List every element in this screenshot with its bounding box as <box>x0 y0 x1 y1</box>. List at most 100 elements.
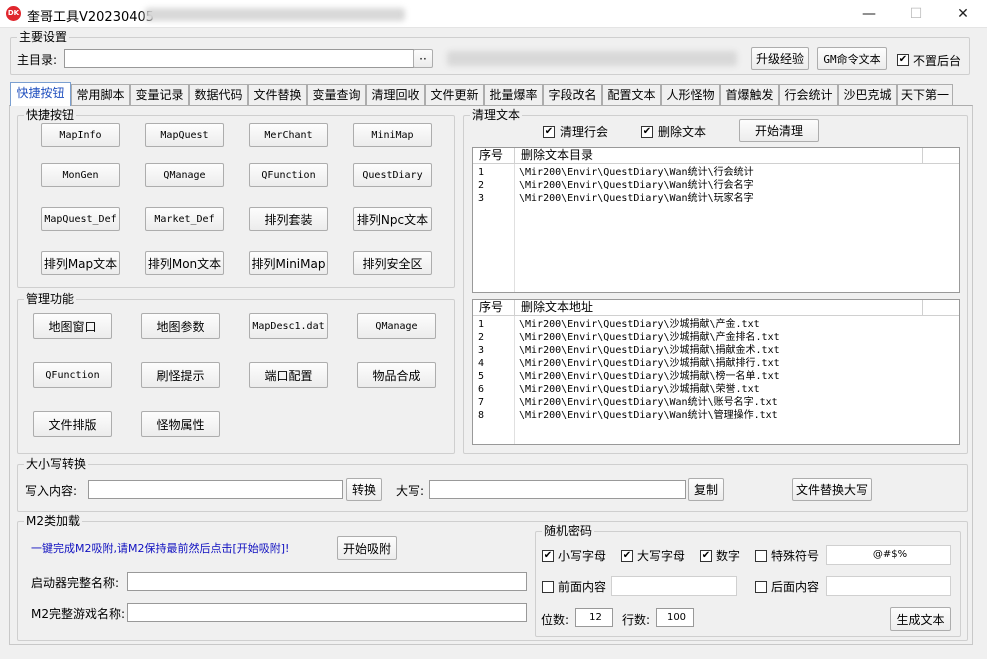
start-clean-button[interactable]: 开始清理 <box>739 119 819 142</box>
sort-map-text-button[interactable]: 排列Map文本 <box>41 251 120 275</box>
qfunction-quick-button[interactable]: QFunction <box>249 163 328 187</box>
tab-config-text[interactable]: 配置文本 <box>602 84 661 105</box>
monster-attr-button[interactable]: 怪物属性 <box>141 411 220 437</box>
tab-file-update[interactable]: 文件更新 <box>425 84 484 105</box>
delete-dir-list[interactable]: 序号 删除文本目录 1 \Mir200\Envir\QuestDiary\Wan统… <box>472 147 960 293</box>
start-attach-button[interactable]: 开始吸附 <box>337 536 397 560</box>
clean-guild-checkbox[interactable]: ✔ <box>543 126 555 138</box>
suffix-label: 后面内容 <box>771 580 820 594</box>
minimize-button[interactable]: — <box>846 0 892 28</box>
row-count-input[interactable]: 100 <box>656 608 694 627</box>
list-item[interactable]: 1 \Mir200\Envir\QuestDiary\Wan统计\行会统计 <box>473 166 959 179</box>
special-symbols-input[interactable]: @#$% <box>826 545 951 565</box>
case-convert-label: 大小写转换 <box>24 457 89 471</box>
delete-file-list[interactable]: 序号 删除文本地址 1 \Mir200\Envir\QuestDiary\沙城捐献… <box>472 299 960 445</box>
prefix-input[interactable] <box>611 576 737 596</box>
tab-quick-buttons[interactable]: 快捷按钮 <box>10 82 71 106</box>
qmanage-manage-button[interactable]: QManage <box>357 313 436 339</box>
list-item[interactable]: 1 \Mir200\Envir\QuestDiary\沙城捐献\产金.txt <box>473 318 959 331</box>
no-background-checkbox[interactable]: ✔ <box>897 54 909 66</box>
generate-text-button[interactable]: 生成文本 <box>890 607 951 631</box>
list-item[interactable]: 8 \Mir200\Envir\QuestDiary\Wan统计\管理操作.txt <box>473 409 959 422</box>
map-params-button[interactable]: 地图参数 <box>141 313 220 339</box>
tab-data-codes[interactable]: 数据代码 <box>189 84 248 105</box>
list-item[interactable]: 7 \Mir200\Envir\QuestDiary\Wan统计\账号名字.txt <box>473 396 959 409</box>
tab-batch-drop-rate[interactable]: 批量爆率 <box>484 84 543 105</box>
launcher-name-input[interactable] <box>127 572 527 591</box>
close-button[interactable]: ✕ <box>940 0 986 28</box>
item-synthesis-button[interactable]: 物品合成 <box>357 362 436 388</box>
gm-command-button[interactable]: GM命令文本 <box>817 47 887 70</box>
lowercase-checkbox[interactable]: ✔ <box>542 550 554 562</box>
tab-guild-stats[interactable]: 行会统计 <box>779 84 838 105</box>
list-item[interactable]: 4 \Mir200\Envir\QuestDiary\沙城捐献\捐献排行.txt <box>473 357 959 370</box>
tab-sabuk-castle[interactable]: 沙巴克城 <box>838 84 897 105</box>
tab-world-first[interactable]: 天下第一 <box>897 84 953 105</box>
uppercase-output[interactable] <box>429 480 686 499</box>
merchant-button[interactable]: MerChant <box>249 123 328 147</box>
maximize-button[interactable]: ☐ <box>893 0 939 28</box>
file-layout-button[interactable]: 文件排版 <box>33 411 112 437</box>
row-path: \Mir200\Envir\QuestDiary\Wan统计\玩家名字 <box>519 193 754 204</box>
list-item[interactable]: 2 \Mir200\Envir\QuestDiary\沙城捐献\产金排名.txt <box>473 331 959 344</box>
digit-count-input[interactable]: 12 <box>575 608 613 627</box>
suffix-input[interactable] <box>826 576 951 596</box>
file-replace-upper-button[interactable]: 文件替换大写 <box>792 478 872 501</box>
tab-clean-recycle[interactable]: 清理回收 <box>366 84 425 105</box>
title-bar: DK 奎哥工具V20230405 — ☐ ✕ <box>0 0 987 28</box>
col-index-header[interactable]: 序号 <box>473 148 515 164</box>
uppercase-checkbox[interactable]: ✔ <box>621 550 633 562</box>
m2-game-name-input[interactable] <box>127 603 527 622</box>
questdiary-button[interactable]: QuestDiary <box>353 163 432 187</box>
tab-variable-query[interactable]: 变量查询 <box>307 84 366 105</box>
list-item[interactable]: 5 \Mir200\Envir\QuestDiary\沙城捐献\榜一名单.txt <box>473 370 959 383</box>
tab-humanoid-monster[interactable]: 人形怪物 <box>661 84 720 105</box>
main-dir-input[interactable] <box>64 49 414 68</box>
qmanage-quick-button[interactable]: QManage <box>145 163 224 187</box>
mapinfo-button[interactable]: MapInfo <box>41 123 120 147</box>
tab-variable-records[interactable]: 变量记录 <box>130 84 189 105</box>
mapquest-button[interactable]: MapQuest <box>145 123 224 147</box>
sort-npc-text-button[interactable]: 排列Npc文本 <box>353 207 432 231</box>
sort-safe-zone-button[interactable]: 排列安全区 <box>353 251 432 275</box>
prefix-checkbox[interactable] <box>542 581 554 593</box>
digits-checkbox[interactable]: ✔ <box>700 550 712 562</box>
row-index: 3 <box>478 345 485 356</box>
copy-button[interactable]: 复制 <box>688 478 724 501</box>
sort-minimap-button[interactable]: 排列MiniMap <box>249 251 328 275</box>
tab-field-rename[interactable]: 字段改名 <box>543 84 602 105</box>
row-index: 4 <box>478 358 485 369</box>
col-file-header[interactable]: 删除文本地址 <box>515 300 923 316</box>
upgrade-exp-button[interactable]: 升级经验 <box>751 47 809 70</box>
sort-suit-button[interactable]: 排列套装 <box>249 207 328 231</box>
row-index: 1 <box>478 319 485 330</box>
write-content-input[interactable] <box>88 480 343 499</box>
col-index-header[interactable]: 序号 <box>473 300 515 316</box>
row-index: 2 <box>478 332 485 343</box>
quick-buttons-label: 快捷按钮 <box>24 108 77 122</box>
list-item[interactable]: 2 \Mir200\Envir\QuestDiary\Wan统计\行会名字 <box>473 179 959 192</box>
col-dir-header[interactable]: 删除文本目录 <box>515 148 923 164</box>
list-item[interactable]: 3 \Mir200\Envir\QuestDiary\Wan统计\玩家名字 <box>473 192 959 205</box>
tab-common-scripts[interactable]: 常用脚本 <box>71 84 130 105</box>
special-symbols-checkbox[interactable] <box>755 550 767 562</box>
convert-button[interactable]: 转换 <box>346 478 382 501</box>
mapdesc-button[interactable]: MapDesc1.dat <box>249 313 328 339</box>
tab-file-replace[interactable]: 文件替换 <box>248 84 307 105</box>
list-item[interactable]: 3 \Mir200\Envir\QuestDiary\沙城捐献\捐献金术.txt <box>473 344 959 357</box>
spawn-hint-button[interactable]: 刷怪提示 <box>141 362 220 388</box>
map-window-button[interactable]: 地图窗口 <box>33 313 112 339</box>
tab-first-drop-trigger[interactable]: 首爆触发 <box>720 84 779 105</box>
blurred-info <box>447 51 737 66</box>
qfunction-manage-button[interactable]: QFunction <box>33 362 112 388</box>
market-def-button[interactable]: Market_Def <box>145 207 224 231</box>
delete-text-checkbox[interactable]: ✔ <box>641 126 653 138</box>
mapquest-def-button[interactable]: MapQuest_Def <box>41 207 120 231</box>
mongen-button[interactable]: MonGen <box>41 163 120 187</box>
list-item[interactable]: 6 \Mir200\Envir\QuestDiary\沙城捐献\荣誉.txt <box>473 383 959 396</box>
suffix-checkbox[interactable] <box>755 581 767 593</box>
minimap-button[interactable]: MiniMap <box>353 123 432 147</box>
port-config-button[interactable]: 端口配置 <box>249 362 328 388</box>
browse-button[interactable]: ·· <box>413 49 433 68</box>
sort-mon-text-button[interactable]: 排列Mon文本 <box>145 251 224 275</box>
